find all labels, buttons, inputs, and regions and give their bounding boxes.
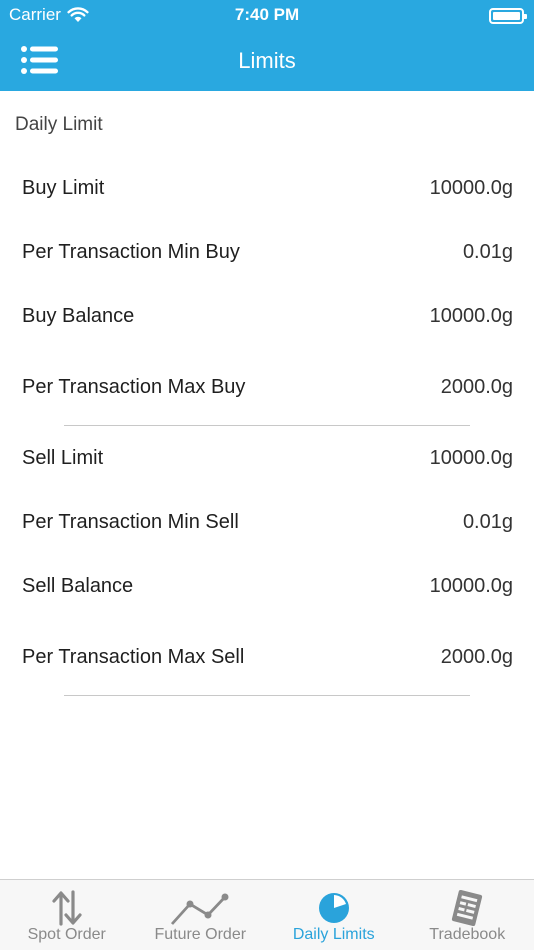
line-chart-icon [171, 893, 229, 925]
row-value: 0.01g [462, 240, 513, 263]
row-label: Per Transaction Min Sell [22, 510, 239, 533]
row-value: 0.01g [462, 510, 513, 533]
tab-future-order[interactable]: Future Order [134, 880, 268, 950]
document-icon [452, 889, 483, 927]
tab-spot-order[interactable]: Spot Order [0, 880, 134, 950]
row-label: Buy Balance [22, 304, 135, 327]
nav-bar: Limits [0, 32, 534, 91]
buy-limit-row: Buy Limit 10000.0g [22, 173, 513, 203]
tab-tradebook[interactable]: Tradebook [401, 880, 534, 950]
row-value: 2000.0g [440, 645, 513, 668]
tab-label: Daily Limits [292, 926, 375, 943]
status-time: 7:40 PM [234, 5, 300, 24]
battery-icon [489, 8, 527, 24]
tab-daily-limits[interactable]: Daily Limits [267, 880, 401, 950]
max-sell-row: Per Transaction Max Sell 2000.0g [22, 642, 513, 672]
status-bar: Carrier 7:40 PM [0, 0, 534, 32]
tab-bar: Spot Order Future Order Daily Limits Tra… [0, 879, 534, 950]
up-down-arrows-icon [52, 890, 82, 926]
row-value: 10000.0g [429, 574, 513, 597]
tab-label: Tradebook [429, 926, 506, 943]
header: Carrier 7:40 PM Limits [0, 0, 534, 91]
sell-section-divider [64, 695, 470, 696]
row-label: Sell Limit [22, 446, 104, 469]
row-label: Sell Balance [22, 574, 134, 597]
row-label: Per Transaction Max Buy [22, 375, 246, 398]
row-label: Per Transaction Min Buy [22, 240, 240, 263]
row-value: 10000.0g [429, 304, 513, 327]
pie-chart-icon [318, 893, 349, 923]
row-label: Per Transaction Max Sell [22, 645, 245, 668]
tab-label: Spot Order [27, 926, 106, 943]
min-buy-row: Per Transaction Min Buy 0.01g [22, 237, 513, 267]
buy-section-divider [64, 425, 470, 426]
section-title: Daily Limit [15, 114, 103, 135]
row-value: 10000.0g [429, 446, 513, 469]
sell-limit-row: Sell Limit 10000.0g [22, 443, 513, 473]
row-label: Buy Limit [22, 176, 105, 199]
min-sell-row: Per Transaction Min Sell 0.01g [22, 507, 513, 537]
tab-label: Future Order [154, 926, 247, 943]
buy-balance-row: Buy Balance 10000.0g [22, 301, 513, 331]
max-buy-row: Per Transaction Max Buy 2000.0g [22, 372, 513, 402]
page-title: Limits [238, 48, 296, 73]
row-value: 10000.0g [429, 176, 513, 199]
sell-balance-row: Sell Balance 10000.0g [22, 571, 513, 601]
row-value: 2000.0g [440, 375, 513, 398]
